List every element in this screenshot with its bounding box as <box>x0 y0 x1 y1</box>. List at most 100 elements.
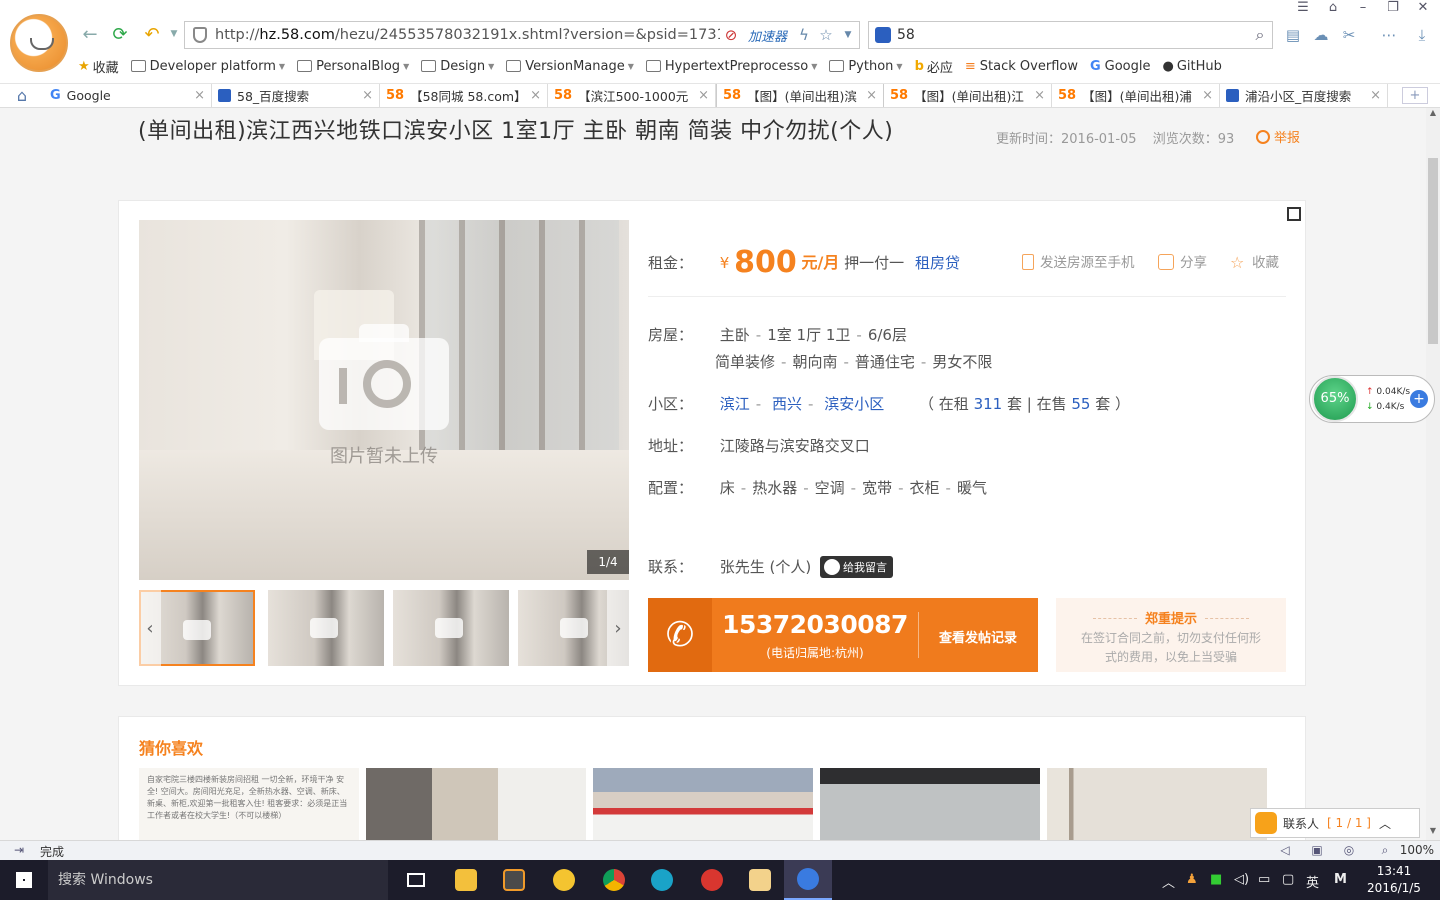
bookmark-folder-python[interactable]: Python ▼ <box>829 59 903 74</box>
bookmark-favorites[interactable]: ★ 收藏 <box>78 57 119 76</box>
undo-dropdown-icon[interactable]: ▼ <box>162 22 186 46</box>
new-tab-button[interactable]: + <box>1402 87 1428 104</box>
ime-mode-icon[interactable]: M <box>1334 872 1347 887</box>
thumb-next-icon[interactable]: › <box>607 590 629 666</box>
tab-google[interactable]: G Google × <box>44 84 212 107</box>
send-to-phone-link[interactable]: 发送房源至手机 <box>1022 251 1135 271</box>
phone-box[interactable]: ✆ 15372030087 (电话归属地:杭州) 查看发帖记录 <box>648 598 1038 672</box>
wechat-icon[interactable] <box>540 860 588 900</box>
lightning-icon[interactable]: ϟ <box>793 26 815 44</box>
task-view-icon[interactable] <box>392 860 440 900</box>
tab-binjiang-list[interactable]: 58 【滨江500-1000元 × <box>548 84 716 107</box>
community-name-link[interactable]: 滨安小区 <box>824 395 884 413</box>
tab-close-icon[interactable]: × <box>194 88 205 103</box>
more-icon[interactable]: ⋯ <box>1378 24 1400 46</box>
bookmark-bing[interactable]: b 必应 <box>915 57 953 76</box>
baidu-engine-icon[interactable] <box>875 27 891 43</box>
scroll-thumb[interactable] <box>1428 158 1438 344</box>
thumbnail-2[interactable] <box>268 590 384 666</box>
refresh-icon[interactable]: ⟳ <box>108 22 132 46</box>
address-dropdown-icon[interactable]: ▼ <box>837 30 859 40</box>
adblock-icon[interactable]: ⊘ <box>720 26 742 44</box>
tab-close-icon[interactable]: × <box>1202 88 1213 103</box>
system-clock[interactable]: 13:41 2016/1/5 <box>1362 863 1426 897</box>
skin-icon[interactable]: ⌂ <box>1318 0 1348 18</box>
scroll-down-icon[interactable]: ▼ <box>1426 826 1440 840</box>
tray-expand-icon[interactable]: ︿ <box>1162 872 1175 891</box>
bookmark-folder-blog[interactable]: PersonalBlog ▼ <box>297 59 409 74</box>
home-icon[interactable]: ⌂ <box>0 84 44 107</box>
tab-58-home[interactable]: 58 【58同城 58.com】 × <box>380 84 548 107</box>
network-icon[interactable]: ▭ <box>1258 872 1270 887</box>
page-scrollbar[interactable]: ▲ ▼ <box>1426 108 1440 840</box>
sound-icon[interactable]: ◁ <box>1278 843 1292 857</box>
accelerator-button[interactable]: 加速器 <box>748 26 787 45</box>
browser-app-icon[interactable] <box>784 860 832 900</box>
favorite-link[interactable]: ☆ 收藏 <box>1230 251 1279 272</box>
search-icon[interactable]: ⌕ <box>1248 25 1272 45</box>
recommendation-card-2[interactable] <box>366 768 586 840</box>
undo-icon[interactable]: ↶ <box>140 22 164 46</box>
file-explorer-icon[interactable] <box>442 860 490 900</box>
tab-listing-2[interactable]: 58 【图】(单间出租)江 × <box>884 84 1052 107</box>
volume-icon[interactable]: ◁) <box>1234 872 1249 887</box>
ime-indicator[interactable]: 英 <box>1306 872 1319 891</box>
recommendation-card-3[interactable] <box>593 768 813 840</box>
bookmark-stackoverflow[interactable]: ≡ Stack Overflow <box>965 59 1078 74</box>
bookmark-folder-version[interactable]: VersionManage ▼ <box>506 59 634 74</box>
search-input[interactable] <box>897 27 1248 43</box>
bookmark-folder-php[interactable]: HypertextPreprocesso ▼ <box>645 59 817 74</box>
community-area-link[interactable]: 西兴 <box>772 395 802 413</box>
leave-message-button[interactable]: 给我留言 <box>820 556 894 578</box>
zoom-icon[interactable]: ⌕ <box>1378 843 1392 857</box>
tab-baidu-puyan[interactable]: 浦沿小区_百度搜索 × <box>1220 84 1388 107</box>
post-history-link[interactable]: 查看发帖记录 <box>924 627 1032 646</box>
thumb-prev-icon[interactable]: ‹ <box>139 590 161 666</box>
recommendation-card-1[interactable]: 自家宅院三楼四楼新装房间招租 一切全新，环境干净 安全! 空间大。房间阳光充足，… <box>139 768 359 840</box>
address-bar[interactable]: http://hz.58.com/hezu/24553578032191x.sh… <box>184 21 860 49</box>
url-text[interactable]: http://hz.58.com/hezu/24553578032191x.sh… <box>215 27 720 43</box>
screenshot-icon[interactable]: ▣ <box>1310 843 1324 857</box>
scissors-icon[interactable]: ✂ <box>1338 24 1360 46</box>
snail-app-icon[interactable] <box>688 860 736 900</box>
contacts-float[interactable]: 联系人 [ 1 / 1 ] ︿ <box>1250 808 1420 838</box>
search-bar[interactable]: ⌕ <box>868 21 1273 49</box>
tab-close-icon[interactable]: × <box>866 88 877 103</box>
tab-listing-3[interactable]: 58 【图】(单间出租)浦 × <box>1052 84 1220 107</box>
tab-close-icon[interactable]: × <box>362 88 373 103</box>
menu-icon[interactable]: ☰ <box>1288 0 1318 18</box>
qq-tray-icon[interactable]: ♟ <box>1186 872 1198 887</box>
bookmark-google[interactable]: G Google <box>1090 59 1151 74</box>
cloud-icon[interactable]: ☁ <box>1310 24 1332 46</box>
bookmark-folder-developer[interactable]: Developer platform ▼ <box>130 59 285 74</box>
accelerate-plus-icon[interactable]: + <box>1410 390 1428 408</box>
chrome-icon[interactable] <box>590 860 638 900</box>
share-link[interactable]: 分享 <box>1158 251 1207 271</box>
tab-close-icon[interactable]: × <box>1370 88 1381 103</box>
thumbnail-3[interactable] <box>393 590 509 666</box>
browser-logo-icon[interactable] <box>10 14 68 72</box>
taskbar-search[interactable]: 搜索 Windows <box>48 860 388 900</box>
settings-app-icon[interactable] <box>638 860 686 900</box>
qr-code-icon[interactable] <box>1271 201 1305 235</box>
main-photo[interactable]: 图片暂未上传 1/4 <box>139 220 629 580</box>
sale-count-link[interactable]: 55 <box>1071 395 1090 413</box>
report-link[interactable]: 举报 <box>1256 127 1300 146</box>
download-icon[interactable]: ⤓ <box>1411 24 1433 46</box>
notes-icon[interactable]: ▤ <box>1282 24 1304 46</box>
tab-close-icon[interactable]: × <box>1034 88 1045 103</box>
bookmark-folder-design[interactable]: Design ▼ <box>421 59 494 74</box>
recommendation-card-4[interactable] <box>820 768 1040 840</box>
rent-loan-link[interactable]: 租房贷 <box>915 254 960 272</box>
collapse-up-icon[interactable]: ︿ <box>1379 815 1391 832</box>
tab-baidu-58[interactable]: 58_百度搜索 × <box>212 84 380 107</box>
tray-app-icon[interactable]: ■ <box>1210 872 1222 887</box>
sidebar-toggle-icon[interactable]: ⇥ <box>12 843 26 857</box>
community-district-link[interactable]: 滨江 <box>720 395 750 413</box>
rent-count-link[interactable]: 311 <box>974 395 1003 413</box>
tab-listing-active[interactable]: 58 【图】(单间出租)滨 × <box>716 84 884 107</box>
notes-app-icon[interactable] <box>736 860 784 900</box>
bookmark-star-icon[interactable]: ☆ <box>815 26 837 44</box>
bookmark-github[interactable]: ● GitHub <box>1162 59 1221 74</box>
restore-icon[interactable]: ❐ <box>1378 0 1408 18</box>
